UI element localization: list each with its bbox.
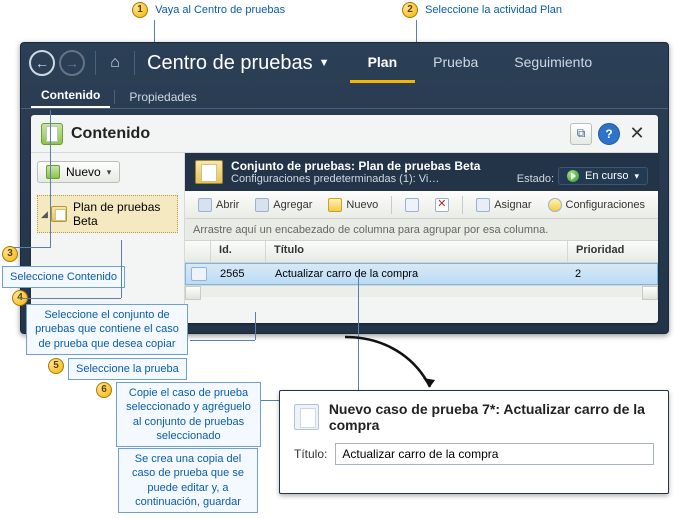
breadcrumb-dropdown[interactable]: Centro de pruebas ▼	[147, 52, 330, 75]
open-icon	[198, 198, 212, 212]
chevron-down-icon: ▼	[319, 57, 330, 69]
suite-icon	[51, 206, 67, 222]
callout-badge-2: 2	[402, 2, 418, 18]
new-star-icon	[328, 198, 342, 212]
forward-button[interactable]: →	[59, 50, 85, 76]
activity-tab-prueba[interactable]: Prueba	[415, 44, 496, 83]
open-button[interactable]: Abrir	[191, 195, 246, 215]
grid-cell-title: Actualizar carro de la compra	[267, 266, 567, 282]
config-label: Configuraciones	[566, 199, 646, 211]
callout-badge-1: 1	[132, 2, 148, 18]
tree-item-label: Plan de pruebas Beta	[73, 200, 175, 228]
callout-text-3: Seleccione Contenido	[2, 266, 125, 288]
callout-text-7: Se crea una copia del caso de prueba que…	[118, 448, 258, 513]
callout-text-6: Copie el caso de prueba seleccionado y a…	[116, 382, 261, 447]
callout-text-5: Seleccione la prueba	[68, 358, 187, 380]
suite-large-icon	[195, 160, 223, 184]
delete-icon	[435, 198, 449, 212]
home-button[interactable]: ⌂	[102, 50, 128, 76]
callout-text-1: Vaya al Centro de pruebas	[155, 4, 285, 16]
separator	[114, 90, 115, 104]
subtab-propiedades[interactable]: Propiedades	[119, 86, 206, 108]
grid-header: Id. Título Prioridad	[185, 241, 658, 263]
separator	[95, 51, 96, 75]
gear-icon	[548, 198, 562, 212]
newcase-title: Nuevo caso de prueba 7*: Actualizar carr…	[329, 401, 654, 433]
new-window-button[interactable]: ⧉	[570, 123, 592, 145]
new-dropdown-label: Nuevo	[66, 165, 101, 179]
new-label: Nuevo	[346, 199, 378, 211]
separator	[391, 196, 392, 214]
state-label: Estado:	[517, 173, 554, 185]
grid-header-priority[interactable]: Prioridad	[568, 241, 658, 262]
subtab-contenido[interactable]: Contenido	[31, 84, 110, 108]
add-icon	[255, 198, 269, 212]
suite-subtitle: Configuraciones predeterminadas (1): Vi…	[231, 173, 517, 185]
content-panel: Contenido ⧉ ? ✕ Nuevo ◢ Plan de pruebas …	[31, 115, 658, 323]
callout-badge-5: 5	[48, 358, 64, 374]
add-button[interactable]: Agregar	[248, 195, 319, 215]
new-icon	[46, 165, 60, 179]
callout-badge-6: 6	[96, 382, 112, 398]
assign-label: Asignar	[494, 199, 531, 211]
grid-row[interactable]: 2565 Actualizar carro de la compra 2	[185, 263, 658, 285]
callout-text-4: Seleccione el conjunto de pruebas que co…	[26, 304, 188, 355]
testcase-icon	[191, 267, 207, 281]
group-by-bar[interactable]: Arrastre aquí un encabezado de columna p…	[185, 219, 658, 241]
assign-icon	[476, 198, 490, 212]
title-field-label: Título:	[294, 447, 327, 461]
activity-tab-seguimiento[interactable]: Seguimiento	[496, 44, 610, 83]
grid-header-icon[interactable]	[185, 241, 211, 262]
separator	[462, 196, 463, 214]
new-button[interactable]: Nuevo	[321, 195, 385, 215]
delete-button[interactable]	[428, 195, 456, 215]
breadcrumb-label: Centro de pruebas	[147, 52, 313, 75]
callout-badge-3: 3	[2, 246, 18, 262]
grid-header-id[interactable]: Id.	[211, 241, 266, 262]
grid-cell-priority: 2	[567, 266, 657, 282]
config-button[interactable]: Configuraciones	[541, 195, 653, 215]
assign-button[interactable]: Asignar	[469, 195, 538, 215]
state-dropdown[interactable]: En curso	[558, 167, 648, 185]
content-icon	[41, 123, 63, 145]
panel-title: Contenido	[71, 125, 564, 143]
help-button[interactable]: ?	[598, 123, 620, 145]
horizontal-scrollbar[interactable]	[185, 285, 658, 297]
separator	[134, 51, 135, 75]
callout-text-2: Seleccione la actividad Plan	[425, 4, 562, 16]
new-testcase-card: Nuevo caso de prueba 7*: Actualizar carr…	[279, 390, 669, 494]
grid-cell-id: 2565	[212, 266, 267, 282]
state-value: En curso	[585, 170, 628, 182]
copy-button[interactable]	[398, 195, 426, 215]
testcase-large-icon	[294, 404, 319, 430]
detail-pane: Conjunto de pruebas: Plan de pruebas Bet…	[185, 153, 658, 323]
play-icon	[567, 170, 579, 182]
close-button[interactable]: ✕	[626, 123, 648, 145]
collapse-icon[interactable]: ◢	[40, 209, 49, 220]
activity-tab-plan[interactable]: Plan	[350, 44, 416, 83]
back-button[interactable]: ←	[29, 50, 55, 76]
title-input[interactable]	[335, 443, 654, 465]
add-label: Agregar	[273, 199, 312, 211]
open-label: Abrir	[216, 199, 239, 211]
copy-icon	[405, 198, 419, 212]
suite-title: Conjunto de pruebas: Plan de pruebas Bet…	[231, 159, 517, 173]
grid-header-title[interactable]: Título	[266, 241, 568, 262]
tree-item-plan-beta[interactable]: ◢ Plan de pruebas Beta	[37, 195, 178, 233]
app-window: ← → ⌂ Centro de pruebas ▼ Plan Prueba Se…	[20, 42, 669, 334]
